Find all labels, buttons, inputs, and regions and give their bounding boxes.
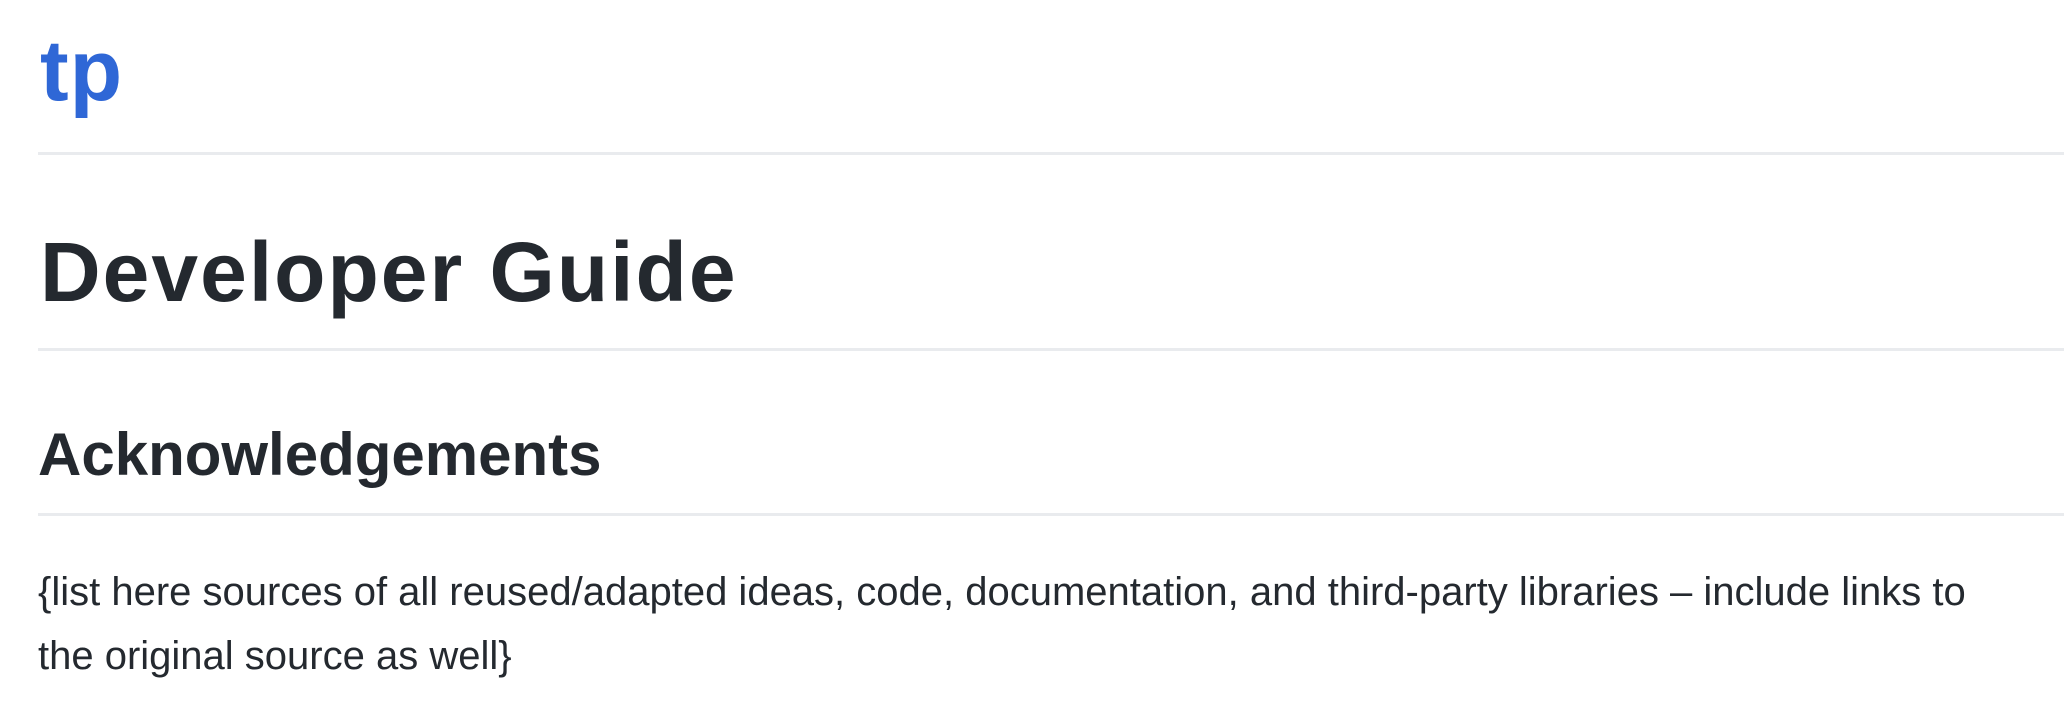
section-heading-acknowledgements: Acknowledgements bbox=[38, 421, 602, 488]
acknowledgements-body: {list here sources of all reused/adapted… bbox=[38, 570, 1966, 678]
page: tp Developer Guide Acknowledgements {lis… bbox=[0, 0, 2064, 702]
section-heading-block: Acknowledgements bbox=[38, 351, 2064, 516]
site-title-link[interactable]: tp bbox=[40, 28, 123, 114]
page-title-block: Developer Guide bbox=[38, 152, 2064, 351]
page-title: Developer Guide bbox=[40, 225, 738, 319]
site-header: tp bbox=[38, 0, 2064, 155]
